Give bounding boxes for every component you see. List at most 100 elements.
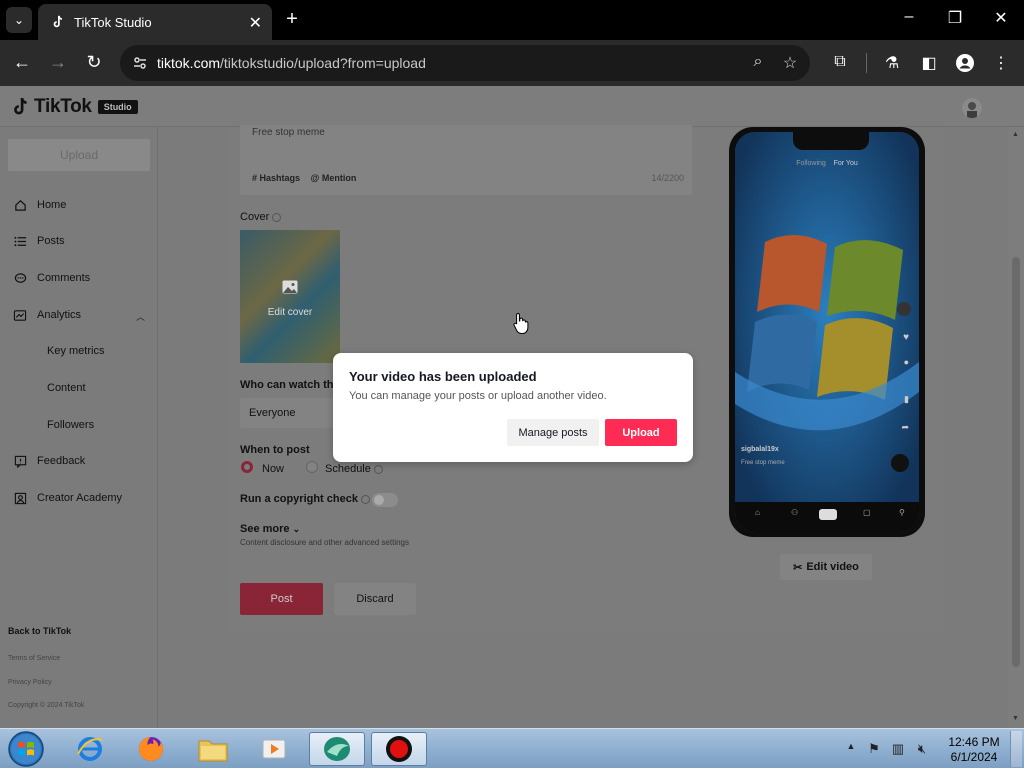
mention-button[interactable]: @ Mention [311, 173, 357, 183]
show-hidden-icons-icon[interactable]: ▲ [843, 741, 859, 757]
tiktok-favicon-icon [50, 14, 66, 30]
cover-thumbnail[interactable]: Edit cover [240, 230, 340, 363]
firefox-icon [139, 737, 163, 761]
taskbar-ie[interactable] [62, 732, 118, 766]
reload-button[interactable]: ↻ [83, 52, 105, 72]
taskbar-explorer[interactable] [185, 732, 241, 766]
site-settings-icon[interactable] [132, 55, 148, 71]
info-icon[interactable] [360, 494, 370, 504]
info-icon[interactable] [272, 212, 282, 222]
back-button[interactable]: ← [11, 52, 33, 72]
address-bar[interactable]: tiktok.com/tiktokstudio/upload?from=uplo… [120, 45, 810, 81]
hashtags-button[interactable]: # Hashtags [252, 173, 300, 183]
start-button[interactable] [6, 730, 46, 768]
show-desktop-button[interactable] [1010, 731, 1022, 767]
url-path: /tiktokstudio/upload?from=upload [220, 55, 426, 71]
now-radio[interactable] [241, 461, 253, 473]
chevron-up-icon[interactable]: ︿ [136, 310, 145, 323]
taskbar-app-teal[interactable] [309, 732, 365, 766]
restore-button[interactable]: ❐ [940, 8, 970, 28]
video-preview-screen[interactable]: Following For You sigbalal19x Free stop … [735, 132, 919, 532]
heart-icon: ♥ [903, 332, 909, 343]
manage-posts-button[interactable]: Manage posts [507, 419, 599, 446]
edit-video-label: Edit video [806, 561, 859, 573]
preview-avatar [897, 302, 911, 316]
minimize-button[interactable]: – [894, 8, 924, 26]
description-tools: # Hashtags @ Mention [252, 173, 364, 183]
scissors-icon: ✂ [793, 561, 803, 574]
bird-app-icon [324, 737, 350, 761]
see-more-subtitle: Content disclosure and other advanced se… [240, 538, 409, 547]
sidebar-item-feedback[interactable]: Feedback [12, 453, 85, 469]
profile-icon[interactable] [954, 53, 976, 75]
taskbar-media-player[interactable] [246, 732, 302, 766]
scroll-down-arrow-icon[interactable]: ▼ [1012, 715, 1019, 722]
schedule-label-text: Schedule [325, 463, 371, 475]
copyright-check-label: Run a copyright check [240, 493, 370, 505]
new-tab-button[interactable]: + [280, 8, 304, 30]
taskbar-recorder[interactable] [371, 732, 427, 766]
home-icon [12, 197, 28, 213]
side-panel-icon[interactable]: ◧ [918, 53, 940, 75]
close-window-button[interactable]: ✕ [986, 8, 1016, 28]
page-scrollbar[interactable]: ▲ ▼ [1008, 127, 1024, 728]
folder-icon [198, 740, 228, 762]
sidebar-subitem-key-metrics[interactable]: Key metrics [47, 345, 104, 357]
sidebar-subitem-content[interactable]: Content [47, 382, 86, 394]
copyright-check-toggle[interactable] [372, 493, 398, 507]
sidebar-item-posts[interactable]: Posts [12, 233, 65, 249]
preview-nav-bar: ⌂ ⚇ ▢ ⚲ [735, 502, 919, 532]
feedback-icon [12, 453, 28, 469]
chrome-menu-icon[interactable]: ⋮ [990, 53, 1012, 75]
logo-wordmark: TikTok [34, 96, 92, 117]
extensions-icon[interactable]: ⧉ [829, 53, 851, 75]
preview-caption: Free stop meme [741, 460, 785, 466]
upload-another-button[interactable]: Upload [605, 419, 677, 446]
see-more-text: See more [240, 523, 290, 535]
schedule-radio[interactable] [306, 461, 318, 473]
zoom-icon[interactable]: ⌕ [748, 53, 768, 73]
preview-inbox-icon: ▢ [863, 508, 871, 517]
bookmark-star-icon[interactable]: ☆ [780, 53, 800, 73]
browser-tab[interactable]: TikTok Studio ✕ [38, 4, 272, 40]
scroll-up-arrow-icon[interactable]: ▲ [1012, 131, 1019, 138]
taskbar-clock[interactable]: 12:46 PM 6/1/2024 [944, 735, 1004, 765]
action-center-flag-icon[interactable]: ⚑ [866, 741, 882, 757]
char-count: 14/2200 [651, 173, 684, 183]
terms-link[interactable]: Terms of Service [8, 655, 60, 662]
sidebar-item-label: Posts [37, 235, 65, 247]
sidebar-item-creator-academy[interactable]: Creator Academy [12, 490, 122, 506]
sidebar-item-analytics[interactable]: Analytics [12, 307, 81, 323]
tiktok-logo[interactable]: TikTok Studio [12, 96, 138, 118]
edit-video-button[interactable]: ✂ Edit video [780, 554, 872, 580]
volume-muted-icon[interactable]: 🔇︎ [914, 741, 930, 757]
taskbar-firefox[interactable] [123, 732, 179, 766]
share-icon: ➦ [901, 422, 909, 432]
preview-foryou-tab: For You [833, 160, 858, 167]
preview-feed-tabs: Following For You [735, 160, 919, 167]
user-avatar[interactable] [962, 98, 982, 118]
sidebar-subitem-followers[interactable]: Followers [47, 419, 94, 431]
comment-bubble-icon: ● [903, 357, 909, 367]
privacy-link[interactable]: Privacy Policy [8, 679, 52, 686]
info-icon[interactable] [373, 464, 383, 474]
forward-button[interactable]: → [47, 52, 69, 72]
sidebar-item-comments[interactable]: Comments [12, 270, 90, 286]
music-disc-icon [891, 454, 909, 472]
post-button[interactable]: Post [240, 583, 323, 615]
back-to-tiktok-link[interactable]: Back to TikTok [8, 626, 71, 636]
tab-close-icon[interactable]: ✕ [249, 13, 262, 33]
video-frame-image [735, 132, 919, 532]
sidebar-upload-button[interactable]: Upload [8, 139, 150, 171]
description-input[interactable]: Free stop meme # Hashtags @ Mention 14/2… [240, 125, 692, 195]
discard-button[interactable]: Discard [334, 583, 416, 615]
tab-search-button[interactable]: ⌄ [6, 7, 32, 33]
network-icon[interactable]: ▥ [890, 741, 906, 757]
scrollbar-thumb[interactable] [1012, 257, 1020, 667]
sidebar-item-home[interactable]: Home [12, 197, 66, 213]
now-label: Now [262, 463, 285, 475]
edit-cover-label: Edit cover [267, 307, 313, 318]
tab-title: TikTok Studio [74, 14, 152, 30]
see-more-button[interactable]: See more ⌄ [240, 523, 300, 535]
labs-icon[interactable]: ⚗ [881, 53, 903, 75]
